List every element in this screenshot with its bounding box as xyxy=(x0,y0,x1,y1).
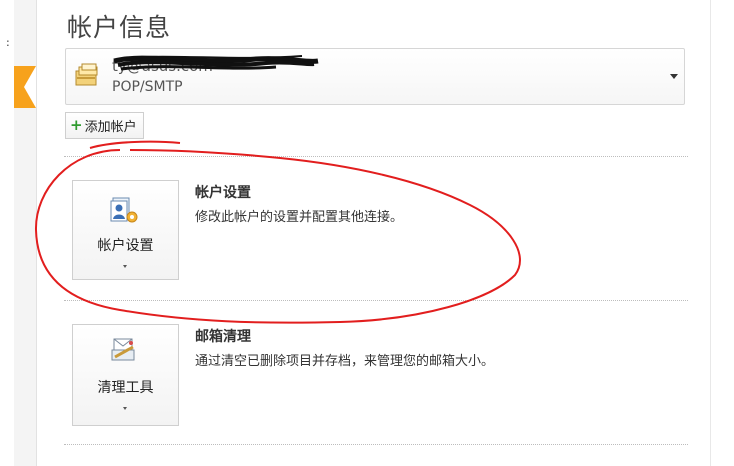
mailbox-icon xyxy=(75,63,98,86)
nav-tab-notch xyxy=(24,66,36,108)
cleanup-tools-icon xyxy=(111,338,135,361)
section-divider xyxy=(64,156,688,157)
left-edge xyxy=(0,0,14,466)
section-divider xyxy=(64,300,688,301)
plus-icon: + xyxy=(70,116,83,134)
dropdown-arrow-icon[interactable] xyxy=(670,74,678,79)
account-settings-title: 帐户设置 xyxy=(195,185,251,201)
account-settings-description: 修改此帐户的设置并配置其他连接。 xyxy=(195,210,404,225)
add-account-label: 添加帐户 xyxy=(84,120,137,135)
mailbox-cleanup-description: 通过清空已删除项目并存档，来管理您的邮箱大小。 xyxy=(195,354,495,369)
cleanup-tools-button[interactable]: 清理工具 xyxy=(72,324,179,426)
add-account-button[interactable]: + 添加帐户 xyxy=(65,112,144,139)
account-settings-icon xyxy=(110,197,138,223)
chevron-down-icon xyxy=(123,265,127,268)
left-edge-text: : xyxy=(6,36,10,49)
page-title: 帐户信息 xyxy=(67,13,172,42)
account-settings-button-label: 帐户设置 xyxy=(97,238,154,254)
account-selector[interactable]: ty@asus.com POP/SMTP xyxy=(65,48,685,105)
right-divider xyxy=(710,0,711,466)
chevron-down-icon xyxy=(123,407,127,410)
section-divider xyxy=(64,444,688,445)
mailbox-cleanup-title: 邮箱清理 xyxy=(195,329,251,345)
account-settings-button[interactable]: 帐户设置 xyxy=(72,180,179,280)
cleanup-tools-button-label: 清理工具 xyxy=(97,380,154,396)
account-type: POP/SMTP xyxy=(112,79,183,95)
